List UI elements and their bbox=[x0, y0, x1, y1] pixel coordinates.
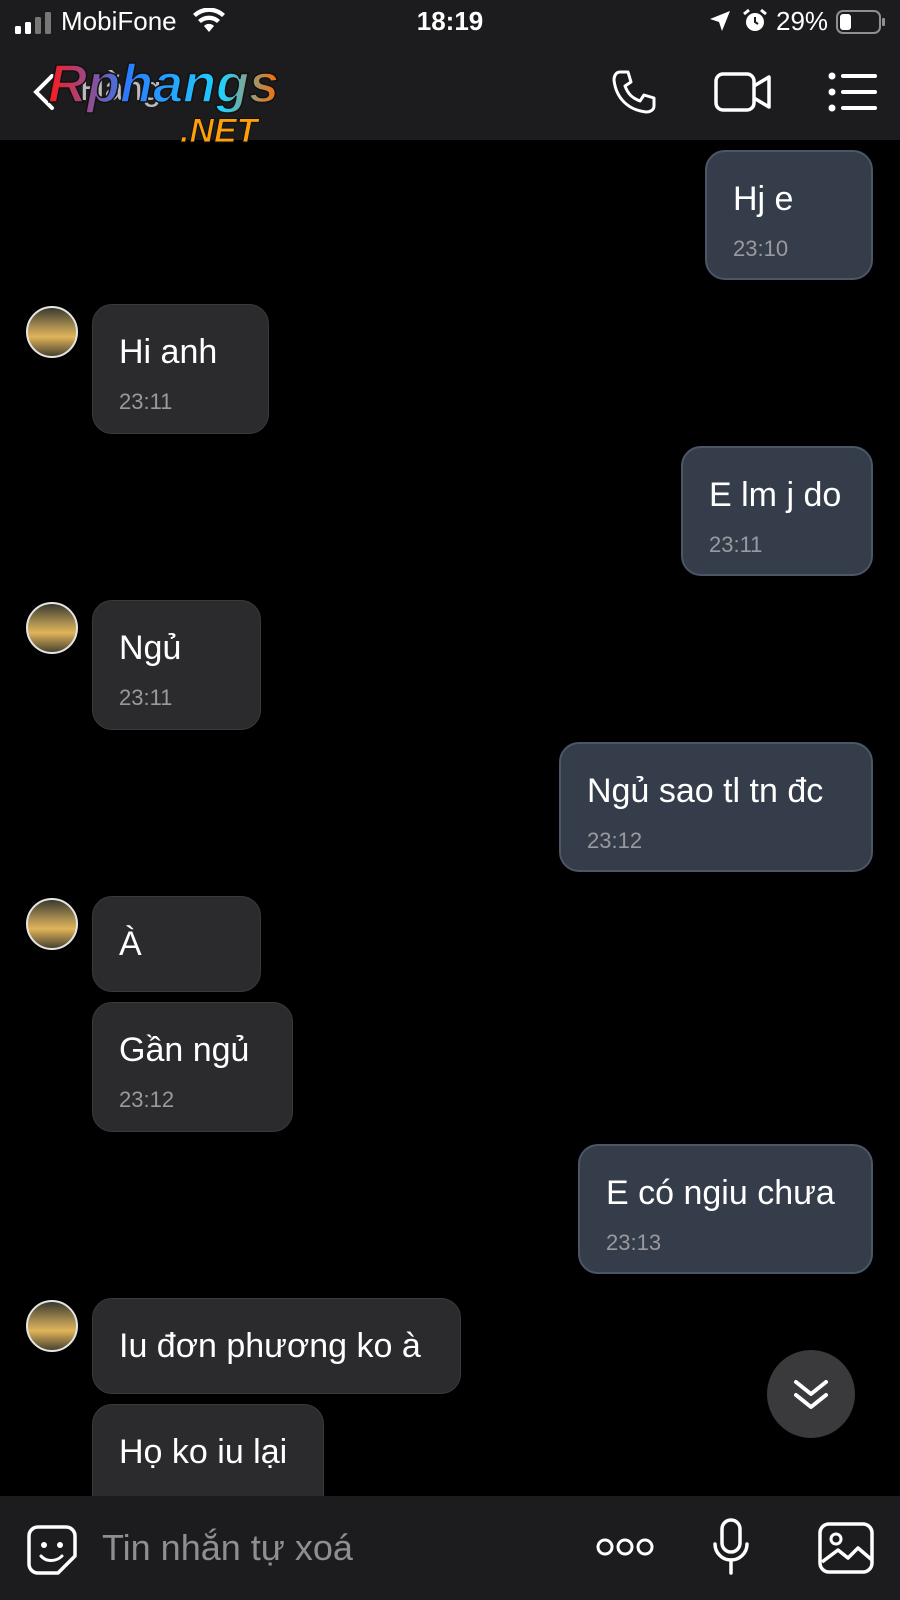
message-text: Gần ngủ bbox=[119, 1031, 250, 1069]
avatar[interactable] bbox=[26, 306, 78, 358]
message-text: E có ngiu chưa bbox=[606, 1174, 835, 1212]
watermark-logo: Rphangs .NET bbox=[47, 54, 280, 151]
message-time: 23:11 bbox=[119, 685, 173, 710]
location-arrow-icon bbox=[710, 11, 730, 31]
message-time: 23:10 bbox=[733, 236, 789, 261]
microphone-icon[interactable] bbox=[712, 1518, 750, 1576]
message-composer bbox=[0, 1496, 900, 1600]
message-time: 23:13 bbox=[606, 1230, 662, 1255]
message-text: À bbox=[119, 925, 142, 963]
svg-text:Rphangs: Rphangs bbox=[48, 54, 279, 114]
message-bubble-incoming[interactable]: Iu đơn phương ko à bbox=[92, 1298, 461, 1394]
message-text: E lm j do bbox=[709, 476, 842, 514]
alarm-icon bbox=[743, 8, 767, 31]
message-bubble-outgoing[interactable]: Hj e 23:10 bbox=[705, 150, 873, 280]
message-time: 23:11 bbox=[709, 532, 763, 557]
message-text: Ngủ sao tl tn đc bbox=[587, 772, 824, 810]
message-bubble-outgoing[interactable]: E có ngiu chưa 23:13 bbox=[578, 1144, 873, 1274]
message-text: Hi anh bbox=[119, 333, 218, 371]
message-bubble-outgoing[interactable]: Ngủ sao tl tn đc 23:12 bbox=[559, 742, 873, 872]
message-bubble-incoming[interactable]: Hi anh 23:11 bbox=[92, 304, 269, 434]
message-text: Hj e bbox=[733, 180, 794, 218]
message-bubble-incoming[interactable]: Ngủ 23:11 bbox=[92, 600, 261, 730]
battery-icon bbox=[836, 10, 885, 34]
message-bubble-incoming[interactable]: Gần ngủ 23:12 bbox=[92, 1002, 293, 1132]
message-text: Ngủ bbox=[119, 629, 182, 667]
avatar[interactable] bbox=[26, 1300, 78, 1352]
status-bar: MobiFone 18:19 29% bbox=[0, 0, 900, 44]
avatar[interactable] bbox=[26, 898, 78, 950]
message-text: Iu đơn phương ko à bbox=[119, 1327, 421, 1365]
image-gallery-icon[interactable] bbox=[818, 1522, 874, 1574]
battery-percent: 29% bbox=[776, 6, 829, 36]
message-list[interactable]: Hj e 23:10 Hi anh 23:11 E lm j do 23:11 … bbox=[0, 140, 900, 1496]
message-bubble-outgoing[interactable]: E lm j do 23:11 bbox=[681, 446, 873, 576]
scroll-to-bottom-button[interactable] bbox=[767, 1350, 855, 1438]
avatar[interactable] bbox=[26, 602, 78, 654]
chat-header: Hằng Rphangs .NET bbox=[0, 44, 900, 151]
message-time: 23:12 bbox=[587, 828, 643, 853]
message-time: 23:12 bbox=[119, 1087, 175, 1112]
message-text: Họ ko iu lại bbox=[119, 1433, 288, 1471]
video-call-icon[interactable] bbox=[714, 70, 772, 114]
message-time: 23:11 bbox=[119, 389, 173, 414]
phone-call-icon[interactable] bbox=[610, 68, 658, 116]
message-input[interactable] bbox=[102, 1520, 562, 1576]
double-chevron-down-icon bbox=[794, 1380, 828, 1409]
message-bubble-incoming[interactable]: Họ ko iu lại bbox=[92, 1404, 324, 1496]
message-bubble-incoming[interactable]: À bbox=[92, 896, 261, 992]
more-options-icon[interactable] bbox=[596, 1536, 654, 1558]
menu-list-icon[interactable] bbox=[828, 70, 878, 114]
sticker-icon[interactable] bbox=[26, 1524, 78, 1576]
